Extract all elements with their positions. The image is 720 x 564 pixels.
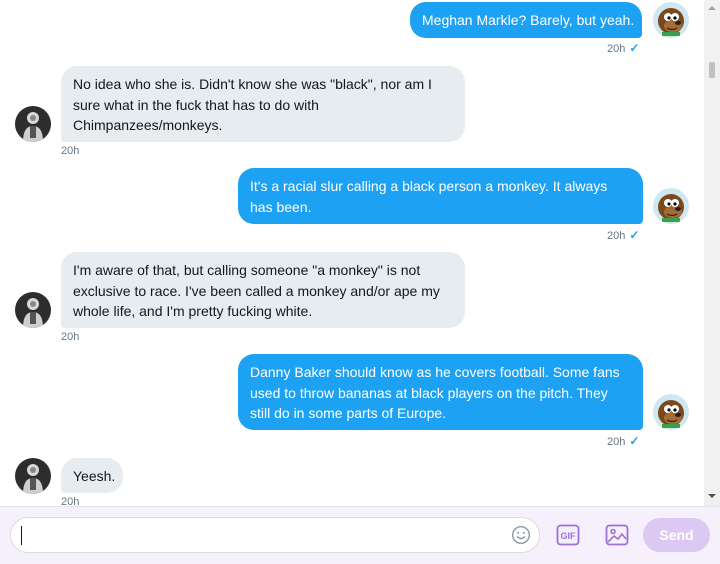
own-avatar[interactable] [653, 394, 689, 430]
dark-figure-avatar-icon [15, 106, 51, 142]
message-input[interactable] [10, 517, 540, 553]
incoming-message[interactable]: Yeesh. [61, 458, 123, 493]
incoming-message[interactable]: No idea who she is. Didn't know she was … [61, 66, 465, 142]
message-time: 20h [607, 230, 626, 242]
cartoon-dog-avatar-icon [653, 2, 689, 38]
incoming-message[interactable]: I'm aware of that, but calling someone "… [61, 252, 465, 328]
gif-label: GIF [561, 531, 577, 541]
message-meta: 20h ✓ [607, 228, 639, 242]
cartoon-dog-avatar-icon [653, 394, 689, 430]
cartoon-dog-avatar-icon [653, 188, 689, 224]
image-icon[interactable] [605, 524, 629, 546]
conversation-panel: Meghan Markle? Barely, but yeah. 20h ✓ No… [0, 0, 704, 506]
chevron-up-icon[interactable] [704, 0, 720, 16]
scrollbar[interactable] [704, 0, 720, 506]
other-avatar[interactable] [15, 292, 51, 328]
message-meta: 20h ✓ [607, 41, 639, 55]
dark-figure-avatar-icon [15, 292, 51, 328]
message-time: 20h [61, 145, 80, 157]
message-time: 20h [607, 436, 626, 448]
message-time: 20h [61, 331, 80, 343]
outgoing-message[interactable]: Danny Baker should know as he covers foo… [238, 354, 643, 430]
outgoing-message[interactable]: Meghan Markle? Barely, but yeah. [410, 2, 642, 38]
smiley-icon[interactable] [511, 525, 531, 545]
sent-check-icon: ✓ [629, 434, 640, 448]
chevron-down-icon[interactable] [704, 488, 720, 504]
other-avatar[interactable] [15, 106, 51, 142]
message-time: 20h [607, 43, 626, 55]
text-caret [21, 526, 22, 545]
message-composer: GIF Send [0, 506, 720, 564]
own-avatar[interactable] [653, 2, 689, 38]
other-avatar[interactable] [15, 458, 51, 494]
sent-check-icon: ✓ [629, 41, 640, 55]
sent-check-icon: ✓ [629, 228, 640, 242]
send-button[interactable]: Send [643, 518, 710, 552]
dark-figure-avatar-icon [15, 458, 51, 494]
own-avatar[interactable] [653, 188, 689, 224]
gif-icon: GIF [556, 524, 580, 546]
message-meta: 20h ✓ [607, 434, 639, 448]
gif-button[interactable]: GIF [556, 524, 580, 546]
message-time: 20h [61, 496, 80, 506]
scrollbar-thumb[interactable] [709, 62, 715, 78]
outgoing-message[interactable]: It's a racial slur calling a black perso… [238, 168, 643, 224]
